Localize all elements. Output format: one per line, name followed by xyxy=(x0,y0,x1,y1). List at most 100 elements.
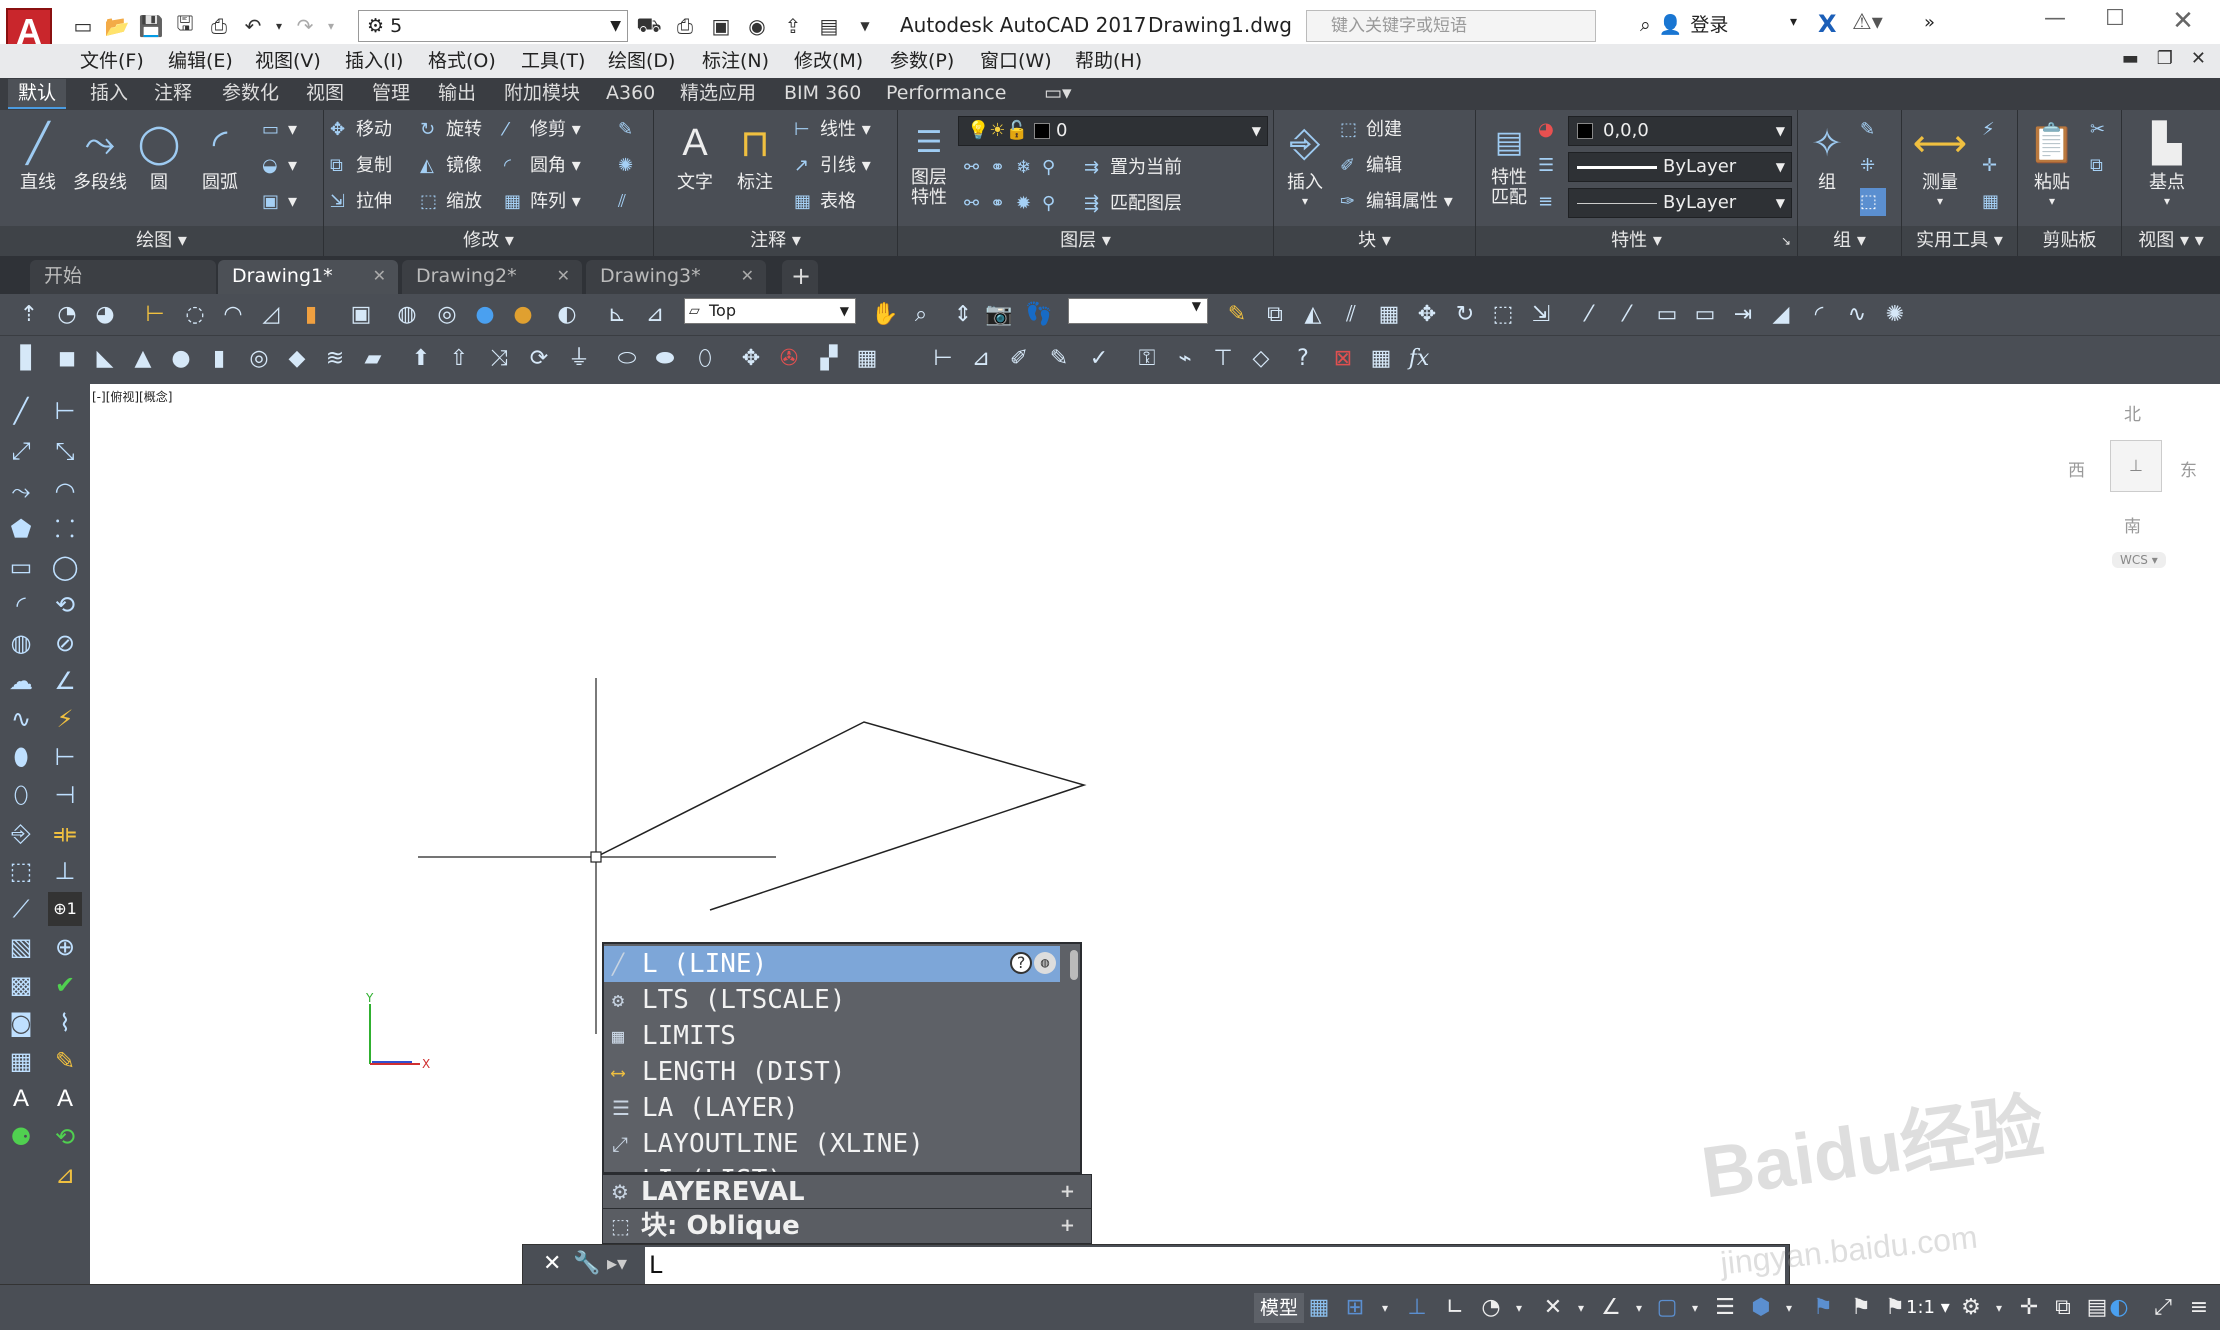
panel-view-title[interactable]: 视图 ▾ ▾ xyxy=(2122,226,2220,256)
line-tool-icon[interactable]: ╱ xyxy=(4,394,38,428)
gradient-tool-icon[interactable]: ▩ xyxy=(4,968,38,1002)
plot-icon[interactable]: ⎙ xyxy=(204,11,234,41)
delete-constraint-icon[interactable]: ⊠ xyxy=(1328,344,1358,374)
command-prompt-icon[interactable]: ▸▾ xyxy=(607,1251,627,1275)
continue-dim-icon[interactable]: ▮ xyxy=(296,300,326,330)
doc-tab-drawing1[interactable]: Drawing1* ✕ xyxy=(218,260,398,294)
quick-dim-tool-icon[interactable]: ⚡ xyxy=(48,702,82,736)
rotate-button[interactable]: ↻ 旋转 xyxy=(420,116,482,144)
dim-ordinate-tool-icon[interactable]: ⸬ xyxy=(48,512,82,546)
viewcube-east-label[interactable]: 东 xyxy=(2180,456,2197,481)
infer-icon[interactable]: ◇ xyxy=(1246,344,1276,374)
3d-align-icon[interactable]: ▞ xyxy=(814,344,844,374)
arc-button[interactable]: ◜ 圆弧 xyxy=(190,118,250,194)
search-input[interactable]: 键入关键字或短语 xyxy=(1306,10,1596,42)
region-button[interactable]: ▣ ▾ xyxy=(262,188,297,216)
menu-parameters[interactable]: 参数(P) xyxy=(890,47,954,75)
planar-surface-icon[interactable]: ▰ xyxy=(358,344,388,374)
close-tab-icon[interactable]: ✕ xyxy=(741,260,754,292)
edit-attr-button[interactable]: ✑ 编辑属性 ▾ xyxy=(1340,188,1453,216)
viewcube-face[interactable]: ⊥ xyxy=(2110,440,2162,492)
login-label[interactable]: 登录 xyxy=(1690,10,1728,40)
intersect-icon[interactable]: ⬯ xyxy=(690,344,720,374)
dim-baseline-tool-icon[interactable]: ⊢ xyxy=(48,740,82,774)
layer-tool-2[interactable]: ⚯ ⚭ ✹ ⚲ xyxy=(964,190,1068,218)
layer-combo[interactable]: 💡☀🔓 0 ▼ xyxy=(958,116,1268,146)
stretch-button[interactable]: ⇲ 拉伸 xyxy=(330,188,392,216)
a360-icon[interactable]: ⚠▾ xyxy=(1852,10,1883,35)
join-icon[interactable]: ⇥ xyxy=(1728,300,1758,330)
walk-icon[interactable]: 👣 xyxy=(1024,300,1054,330)
ordinate-icon[interactable]: ◿ xyxy=(256,300,286,330)
polyline-tool-icon[interactable]: ⤳ xyxy=(4,474,38,508)
open-file-icon[interactable]: 📂 xyxy=(102,11,132,41)
arc-tool-icon[interactable]: ◜ xyxy=(4,588,38,622)
window-minimize-button[interactable]: — xyxy=(2030,6,2080,42)
view-combo[interactable]: ▱ Top ▼ xyxy=(684,298,856,324)
explode-icon[interactable]: ✺ xyxy=(1880,300,1910,330)
scale-combo[interactable]: 1:1 ▾ xyxy=(1906,1293,1950,1323)
rotate-icon[interactable]: ↻ xyxy=(1450,300,1480,330)
tab-output[interactable]: 输出 xyxy=(428,79,486,109)
param-manager-icon[interactable]: ▦ xyxy=(1366,344,1396,374)
lineweight-icon[interactable]: ☰ xyxy=(1710,1293,1740,1323)
solid-box-icon[interactable]: ▣ xyxy=(346,300,376,330)
erase-button[interactable]: ✎ xyxy=(618,116,644,144)
sphere-icon[interactable]: ◍ xyxy=(392,300,422,330)
panel-launcher-icon[interactable]: ↘ xyxy=(1781,226,1791,256)
paste-button[interactable]: 📋 粘贴 ▾ xyxy=(2022,118,2082,208)
copy-objects-icon[interactable]: ⧉ xyxy=(1260,300,1290,330)
view-manager-icon[interactable]: ⊿ xyxy=(640,300,670,330)
dim-edit-tool-icon[interactable]: ✎ xyxy=(48,1044,82,1078)
box-icon[interactable]: ◼ xyxy=(52,344,82,374)
move-button[interactable]: ✥ 移动 xyxy=(330,116,392,144)
dim-space-tool-icon[interactable]: ⟚ xyxy=(48,816,82,850)
calculator-button[interactable]: ▦ xyxy=(1982,188,2008,216)
object-snap-icon[interactable]: ▢ xyxy=(1652,1293,1682,1323)
linear-dim-button[interactable]: ⊢ 线性 ▾ xyxy=(794,116,871,144)
ribbon-minimize-icon[interactable]: ▭▾ xyxy=(1034,79,1082,109)
menu-format[interactable]: 格式(O) xyxy=(428,47,496,75)
clean-screen-icon[interactable]: ⤢ xyxy=(2148,1293,2178,1323)
grid-icon[interactable]: ▦ xyxy=(1304,1293,1334,1323)
command-input[interactable]: L xyxy=(645,1247,1785,1285)
panel-block-title[interactable]: 块 ▾ xyxy=(1274,226,1475,256)
jogged-linear-tool-icon[interactable]: ⌇ xyxy=(48,1006,82,1040)
login-dropdown-icon[interactable]: ▾ xyxy=(1790,14,1797,30)
redo-dropdown-icon[interactable]: ▾ xyxy=(324,11,338,41)
menu-file[interactable]: 文件(F) xyxy=(80,47,144,75)
array-button[interactable]: ▦ 阵列 ▾ xyxy=(504,188,581,216)
rectangle-button[interactable]: ▭ ▾ xyxy=(262,116,297,144)
dim-jogged-tool-icon[interactable]: ⟲ xyxy=(48,588,82,622)
extrude-icon[interactable]: ⬆ xyxy=(406,344,436,374)
center-mark-tool-icon[interactable]: ⊕ xyxy=(48,930,82,964)
wire-sphere-icon[interactable]: ◎ xyxy=(432,300,462,330)
workspace-dropdown-icon[interactable]: ▾ xyxy=(1984,1293,2014,1323)
polar-icon[interactable]: ◔ xyxy=(1476,1293,1506,1323)
match-properties-button[interactable]: ▤ 特性 匹配 xyxy=(1480,118,1538,208)
viewcube-south-label[interactable]: 南 xyxy=(2124,512,2141,537)
offset-icon[interactable]: ⫽ xyxy=(1336,300,1366,330)
match-layer-button[interactable]: ⇶ 匹配图层 xyxy=(1084,190,1182,218)
tab-addins[interactable]: 附加模块 xyxy=(494,79,590,109)
quick-select-button[interactable]: ⚡ xyxy=(1982,116,2008,144)
construction-line-icon[interactable]: ⤢ xyxy=(4,434,38,468)
break-icon[interactable]: ▭ xyxy=(1652,300,1682,330)
help-icon[interactable]: ? xyxy=(1010,952,1032,974)
sphere-solid-icon[interactable]: ● xyxy=(166,344,196,374)
plot-preview-icon[interactable]: ▣ xyxy=(706,11,736,41)
layer-properties-button[interactable]: ☰ 图层 特性 xyxy=(900,118,958,208)
viewcube-west-label[interactable]: 西 xyxy=(2068,456,2085,481)
snap-icon[interactable]: ⊞ xyxy=(1340,1293,1370,1323)
array-icon[interactable]: ▦ xyxy=(1374,300,1404,330)
mirror-button[interactable]: ◭ 镜像 xyxy=(420,152,482,180)
subtract-icon[interactable]: ⬬ xyxy=(650,344,680,374)
create-block-button[interactable]: ⬚ 创建 xyxy=(1340,116,1402,144)
wedge-icon[interactable]: ◣ xyxy=(90,344,120,374)
visual-style-icon[interactable]: ◐ xyxy=(552,300,582,330)
set-current-button[interactable]: ⇉ 置为当前 xyxy=(1084,154,1182,182)
presspull-icon[interactable]: ⇧ xyxy=(444,344,474,374)
geometric-icon[interactable]: ⊤ xyxy=(1208,344,1238,374)
dim-linear-tool-icon[interactable]: ⊢ xyxy=(48,394,82,428)
function-icon[interactable]: fx xyxy=(1404,344,1434,374)
